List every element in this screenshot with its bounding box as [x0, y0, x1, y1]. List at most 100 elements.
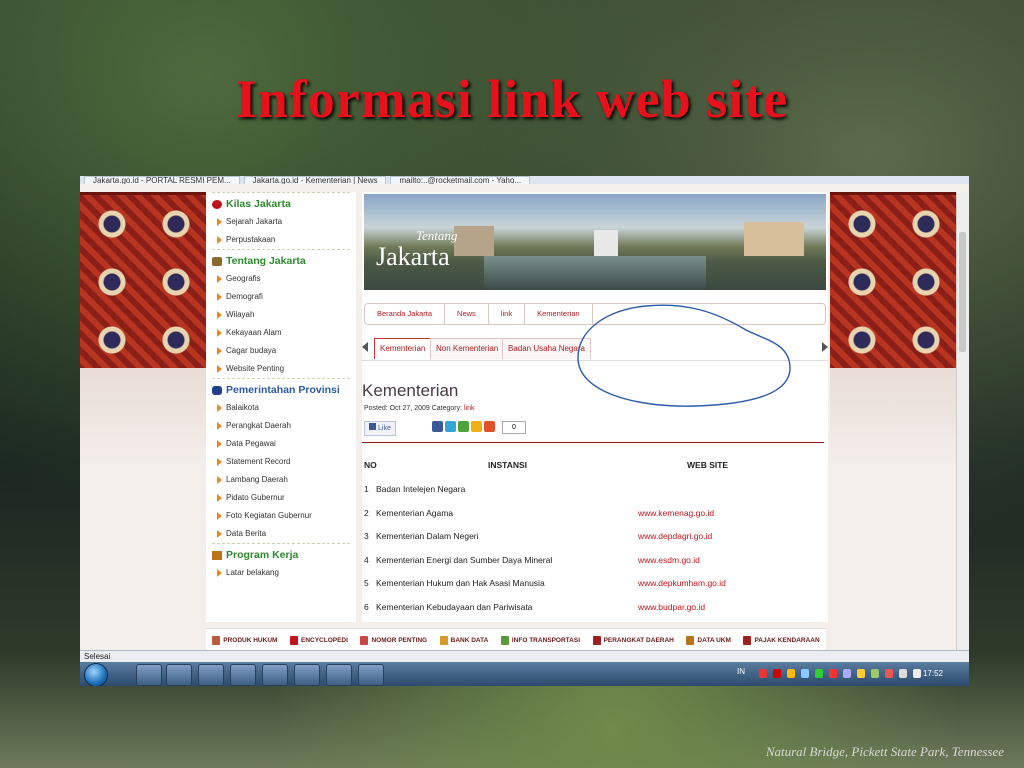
category-link[interactable]: link — [464, 405, 475, 412]
website-link[interactable]: www.depkumham.go.id — [638, 578, 726, 588]
footer-link[interactable]: DATA UKM — [686, 635, 731, 645]
emblem-icon — [212, 385, 222, 395]
tray-icon[interactable] — [843, 669, 851, 678]
batik-ornament-left — [80, 192, 207, 374]
browser-tab-bar: Jakarta.go.id - PORTAL RESMI PEM... Jakar… — [80, 176, 969, 184]
sidebar-item[interactable]: Website Penting — [212, 360, 350, 378]
sidebar-item[interactable]: Data Pegawai — [212, 435, 350, 453]
mask-icon — [212, 199, 222, 209]
website-link[interactable]: www.esdm.go.id — [638, 555, 700, 565]
tray-icon[interactable] — [787, 669, 795, 678]
facebook-icon — [369, 423, 376, 430]
breadcrumb-item[interactable]: link — [489, 304, 526, 324]
tray-icon[interactable] — [773, 669, 781, 678]
browser-tab[interactable]: mailto:..@rocketmail.com - Yaho... — [390, 176, 531, 184]
building-shape — [594, 230, 618, 256]
browser-tab-active[interactable]: Jakarta.go.id - Kementerian | News — [243, 176, 387, 184]
media-player-icon[interactable] — [166, 664, 192, 686]
twitter-icon[interactable] — [445, 421, 456, 432]
favorite-star-icon[interactable] — [471, 421, 482, 432]
sidebar-section-pemerintahan: Pemerintahan Provinsi Balaikota Perangka… — [212, 378, 350, 543]
footer-link[interactable]: PAJAK KENDARAAN — [743, 635, 820, 645]
tab-non-kementerian[interactable]: Non Kementerian — [430, 338, 505, 359]
tray-icon[interactable] — [829, 669, 837, 678]
sidebar-heading[interactable]: Pemerintahan Provinsi — [212, 378, 350, 399]
sidebar-item[interactable]: Kekayaan Alam — [212, 324, 350, 342]
powerpoint-icon[interactable] — [358, 664, 384, 686]
sidebar-item[interactable]: Perangkat Daerah — [212, 417, 350, 435]
sidebar-item[interactable]: Foto Kegiatan Gubernur — [212, 507, 350, 525]
app-icon[interactable] — [230, 664, 256, 686]
sidebar-heading[interactable]: Program Kerja — [212, 543, 350, 564]
tray-icon[interactable] — [857, 669, 865, 678]
table-header-no: NO — [364, 460, 377, 470]
scrollbar-thumb[interactable] — [959, 232, 966, 352]
system-tray: IN 17:52 — [729, 662, 969, 686]
book-icon — [289, 635, 298, 645]
sidebar-section-tentang: Tentang Jakarta Geografis Demografi Wila… — [212, 249, 350, 378]
arrow-left-icon[interactable] — [362, 342, 368, 352]
car-icon — [743, 635, 752, 645]
batik-ornament-right — [830, 192, 957, 374]
website-link[interactable]: www.depdagri.go.id — [638, 531, 712, 541]
sidebar-item[interactable]: Latar belakang — [212, 564, 350, 582]
start-button[interactable] — [84, 663, 108, 686]
website-link[interactable]: www.budpar.go.id — [638, 602, 705, 612]
sidebar-item[interactable]: Pidato Gubernur — [212, 489, 350, 507]
clock[interactable]: 17:52 — [923, 669, 943, 678]
sidebar-item[interactable]: Cagar budaya — [212, 342, 350, 360]
vertical-scrollbar[interactable] — [956, 192, 969, 650]
excel-icon[interactable] — [294, 664, 320, 686]
footer-link[interactable]: INFO TRANSPORTASI — [500, 635, 580, 645]
facebook-share-icon[interactable] — [432, 421, 443, 432]
arrow-right-icon[interactable] — [822, 342, 828, 352]
sidebar-heading[interactable]: Kilas Jakarta — [212, 192, 350, 213]
footer-link[interactable]: PRODUK HUKUM — [212, 635, 277, 645]
ie-icon[interactable] — [136, 664, 162, 686]
tray-icon[interactable] — [759, 669, 767, 678]
tray-icon[interactable] — [815, 669, 823, 678]
myspace-icon[interactable] — [458, 421, 469, 432]
facebook-like-button[interactable]: Like — [364, 421, 396, 436]
sidebar-item[interactable]: Statement Record — [212, 453, 350, 471]
share-plus-icon[interactable] — [484, 421, 495, 432]
explorer-icon[interactable] — [198, 664, 224, 686]
building-shape — [454, 226, 494, 256]
sidebar-item[interactable]: Geografis — [212, 270, 350, 288]
tray-icon[interactable] — [871, 669, 879, 678]
tray-icon[interactable] — [801, 669, 809, 678]
sidebar-heading[interactable]: Tentang Jakarta — [212, 249, 350, 270]
sidebar-item[interactable]: Demografi — [212, 288, 350, 306]
social-share-bar: Like 0 — [364, 421, 564, 436]
sidebar-item[interactable]: Wilayah — [212, 306, 350, 324]
slide-title: Informasi link web site — [235, 69, 789, 129]
sidebar-section-program: Program Kerja Latar belakang — [212, 543, 350, 582]
breadcrumb-item[interactable]: Beranda Jakarta — [365, 304, 446, 324]
browser-tab[interactable]: Jakarta.go.id - PORTAL RESMI PEM... — [84, 176, 240, 184]
hero-title: Jakarta — [376, 242, 450, 271]
sidebar-item[interactable]: Data Berita — [212, 525, 350, 543]
building-shape — [744, 222, 804, 256]
sidebar-item[interactable]: Sejarah Jakarta — [212, 213, 350, 231]
table-header-instansi: INSTANSI — [488, 460, 528, 470]
footer-link[interactable]: BANK DATA — [439, 635, 488, 645]
tray-icon[interactable] — [885, 669, 893, 678]
tab-kementerian[interactable]: Kementerian — [374, 338, 432, 359]
folder-icon — [439, 635, 448, 645]
photo-caption: Natural Bridge, Pickett State Park, Tenn… — [765, 744, 1004, 759]
monument-icon — [212, 256, 222, 266]
network-icon[interactable] — [899, 669, 907, 678]
sidebar-item[interactable]: Perpustakaan — [212, 231, 350, 249]
website-link[interactable]: www.kemenag.go.id — [638, 508, 714, 518]
breadcrumb-item[interactable]: News — [445, 304, 489, 324]
volume-icon[interactable] — [913, 669, 921, 678]
sidebar-item[interactable]: Balaikota — [212, 399, 350, 417]
messenger-icon[interactable] — [326, 664, 352, 686]
footer-link[interactable]: ENCYCLOPEDI — [289, 635, 348, 645]
footer-link[interactable]: NOMOR PENTING — [360, 635, 427, 645]
footer-link[interactable]: PERANGKAT DAERAH — [592, 635, 674, 645]
firefox-icon[interactable] — [262, 664, 288, 686]
language-indicator[interactable]: IN — [737, 667, 745, 676]
browser-window: Jakarta.go.id - PORTAL RESMI PEM... Jakar… — [80, 176, 969, 686]
sidebar-item[interactable]: Lambang Daerah — [212, 471, 350, 489]
